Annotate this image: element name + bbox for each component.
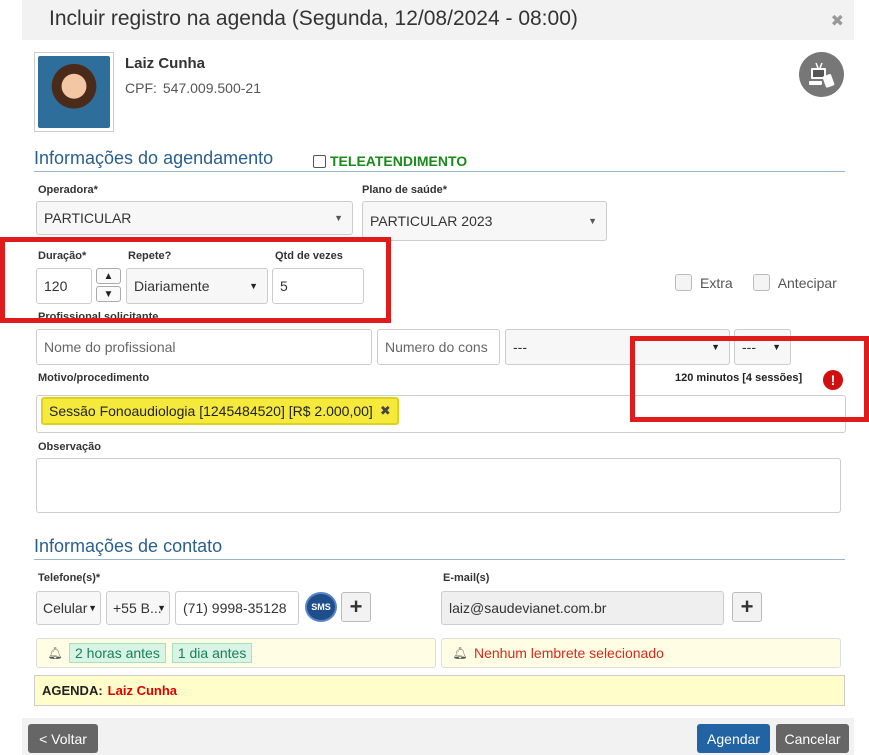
warning-icon: ! bbox=[823, 370, 843, 390]
duracao-value: 120 bbox=[44, 278, 68, 294]
chevron-down-icon: ▼ bbox=[88, 603, 97, 613]
teleatendimento-checkbox[interactable]: TELEATENDIMENTO bbox=[313, 153, 467, 169]
divider bbox=[34, 171, 845, 172]
conselho-select[interactable]: --- ▼ bbox=[505, 329, 730, 365]
profissional-input[interactable]: Nome do profissional bbox=[36, 329, 372, 365]
conselho-input[interactable]: Numero do cons bbox=[377, 329, 500, 365]
conselho-placeholder: Numero do cons bbox=[385, 339, 488, 355]
divider bbox=[34, 559, 845, 560]
patient-name: Laiz Cunha bbox=[125, 55, 206, 72]
chevron-down-icon: ▼ bbox=[249, 281, 258, 291]
chevron-down-icon: ▼ bbox=[157, 603, 166, 613]
close-icon[interactable]: ✖ bbox=[831, 11, 844, 31]
phone-number-value: (71) 9998-35128 bbox=[183, 600, 287, 616]
phone-type-select[interactable]: Celular ▼ bbox=[36, 591, 101, 625]
motivo-tag[interactable]: Sessão Fonoaudiologia [1245484520] [R$ 2… bbox=[41, 397, 399, 425]
duracao-label: Duração* bbox=[38, 250, 87, 262]
email-label: E-mail(s) bbox=[443, 572, 490, 584]
extra-antecipar-group: Extra Antecipar bbox=[675, 274, 837, 291]
plus-icon: + bbox=[740, 594, 754, 619]
plus-icon: + bbox=[349, 594, 363, 619]
observacao-label: Observação bbox=[38, 441, 101, 453]
sms-label: SMS bbox=[311, 602, 331, 612]
antecipar-label: Antecipar bbox=[777, 274, 837, 291]
chevron-up-icon[interactable]: ▲ bbox=[96, 268, 121, 284]
phone-country-select[interactable]: +55 B... ▼ bbox=[106, 591, 170, 625]
antecipar-checkbox[interactable] bbox=[752, 274, 770, 291]
extra-checkbox[interactable] bbox=[675, 274, 692, 291]
dialog-header: Incluir registro na agenda (Segunda, 12/… bbox=[22, 0, 854, 40]
teleatendimento-box[interactable] bbox=[313, 154, 326, 168]
plano-select[interactable]: PARTICULAR 2023 ▼ bbox=[362, 201, 607, 241]
back-button[interactable]: < Voltar bbox=[28, 724, 98, 753]
agenda-name: Laiz Cunha bbox=[107, 683, 178, 698]
bell-icon: 🔔︎ bbox=[452, 646, 468, 660]
plano-label: Plano de saúde* bbox=[362, 184, 447, 196]
duracao-input[interactable]: 120 bbox=[36, 268, 92, 304]
email-reminders[interactable]: 🔔︎ Nenhum lembrete selecionado bbox=[441, 638, 841, 668]
chevron-down-icon[interactable]: ▼ bbox=[96, 286, 121, 302]
section-contact-title: Informações de contato bbox=[34, 536, 223, 556]
uf-select[interactable]: --- ▼ bbox=[734, 329, 791, 365]
operadora-label: Operadora* bbox=[38, 184, 98, 196]
patient-cpf: CPF: 547.009.500-21 bbox=[125, 80, 261, 96]
sms-icon[interactable]: SMS bbox=[305, 592, 337, 622]
avatar bbox=[34, 52, 114, 132]
qtd-value: 5 bbox=[280, 278, 288, 294]
plano-value: PARTICULAR 2023 bbox=[370, 213, 493, 229]
reminder-chip[interactable]: 2 horas antes bbox=[69, 643, 166, 663]
cpf-label: CPF: bbox=[125, 80, 157, 96]
dialog-title: Incluir registro na agenda (Segunda, 12/… bbox=[49, 7, 578, 30]
extra-label: Extra bbox=[700, 274, 733, 291]
chevron-down-icon: ▼ bbox=[334, 213, 343, 223]
add-email-button[interactable]: + bbox=[732, 592, 762, 622]
agenda-bar: AGENDA: Laiz Cunha bbox=[34, 675, 845, 706]
qtd-label: Qtd de vezes bbox=[275, 250, 343, 262]
phone-country-value: +55 B... bbox=[113, 600, 162, 616]
chevron-down-icon: ▼ bbox=[711, 342, 720, 352]
repete-value: Diariamente bbox=[134, 278, 210, 294]
no-reminder-text: Nenhum lembrete selecionado bbox=[474, 645, 664, 661]
chevron-down-icon: ▼ bbox=[588, 216, 597, 226]
telefone-label: Telefone(s)* bbox=[38, 572, 101, 584]
repete-select[interactable]: Diariamente ▼ bbox=[126, 268, 268, 304]
phone-reminders[interactable]: 🔔︎ 2 horas antes 1 dia antes bbox=[36, 638, 436, 668]
close-icon[interactable]: ✖ bbox=[380, 403, 391, 419]
observacao-textarea[interactable] bbox=[36, 458, 841, 513]
agenda-label: AGENDA: bbox=[42, 683, 103, 698]
motivo-label: Motivo/procedimento bbox=[38, 372, 150, 384]
reminder-chip[interactable]: 1 dia antes bbox=[171, 643, 253, 663]
add-phone-button[interactable]: + bbox=[341, 592, 371, 622]
repete-label: Repete? bbox=[128, 250, 172, 262]
duracao-stepper[interactable]: ▲ ▼ bbox=[96, 268, 121, 302]
email-input[interactable]: laiz@saudevianet.com.br bbox=[441, 591, 724, 625]
teleconsulta-icon[interactable] bbox=[799, 52, 844, 97]
schedule-button[interactable]: Agendar bbox=[697, 724, 770, 753]
operadora-value: PARTICULAR bbox=[44, 210, 132, 226]
cancel-button[interactable]: Cancelar bbox=[776, 724, 849, 753]
section-scheduling-title: Informações do agendamento bbox=[34, 148, 274, 168]
teleatendimento-label: TELEATENDIMENTO bbox=[330, 153, 468, 169]
phone-number-input[interactable]: (71) 9998-35128 bbox=[175, 591, 299, 625]
qtd-input[interactable]: 5 bbox=[272, 268, 364, 304]
cpf-value: 547.009.500-21 bbox=[162, 80, 261, 96]
duration-warning: 120 minutos [4 sessões] bbox=[675, 372, 803, 384]
bell-icon: 🔔︎ bbox=[47, 646, 63, 660]
motivo-tag-label: Sessão Fonoaudiologia [1245484520] [R$ 2… bbox=[49, 403, 373, 419]
phone-type-value: Celular bbox=[43, 600, 88, 616]
operadora-select[interactable]: PARTICULAR ▼ bbox=[36, 201, 353, 235]
chevron-down-icon: ▼ bbox=[772, 342, 781, 352]
conselho-select-value: --- bbox=[513, 339, 527, 355]
profissional-label: Profissional solicitante bbox=[38, 311, 159, 323]
profissional-placeholder: Nome do profissional bbox=[44, 339, 176, 355]
email-value: laiz@saudevianet.com.br bbox=[449, 600, 607, 616]
uf-select-value: --- bbox=[742, 339, 756, 355]
